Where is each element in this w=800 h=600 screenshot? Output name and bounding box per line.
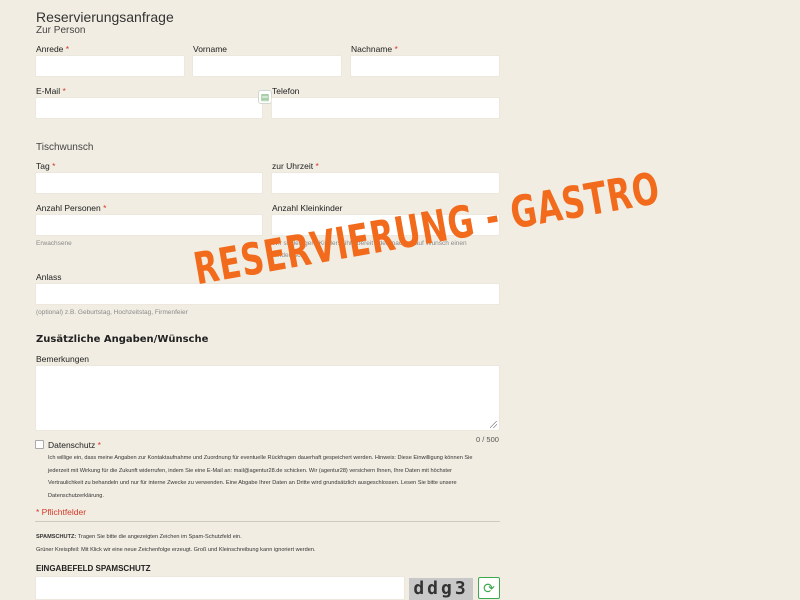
personen-hint: Erwachsene xyxy=(36,240,72,247)
spam-info: SPAMSCHUTZ: Tragen Sie bitte die angezei… xyxy=(36,534,316,553)
nachname-label: Nachname * xyxy=(351,44,398,54)
spam-input[interactable] xyxy=(35,576,405,600)
tag-input[interactable] xyxy=(35,172,263,194)
email-field[interactable] xyxy=(35,97,263,119)
section-person-heading: Zur Person xyxy=(36,25,86,36)
spam-field-label: EINGABEFELD SPAMSCHUTZ xyxy=(36,564,151,573)
telefon-label: Telefon xyxy=(272,86,300,96)
nachname-input[interactable] xyxy=(350,55,500,77)
bemerkungen-textarea[interactable] xyxy=(35,365,500,431)
page-title: Reservierungsanfrage xyxy=(36,9,174,25)
consent-text: Ich willige ein, dass meine Angaben zur … xyxy=(48,455,473,499)
anrede-select[interactable] xyxy=(35,55,185,77)
anrede-label: Anrede * xyxy=(36,44,70,54)
telefon-input[interactable] xyxy=(271,97,500,119)
character-counter: 0 / 500 xyxy=(476,435,499,444)
tag-label: Tag * xyxy=(36,161,56,171)
uhrzeit-label: zur Uhrzeit * xyxy=(272,161,319,171)
anlass-input[interactable] xyxy=(35,283,500,305)
divider xyxy=(35,521,500,522)
uhrzeit-input[interactable] xyxy=(271,172,500,194)
pflichtfelder-note: * Pflichtfelder xyxy=(36,507,87,517)
vorname-input[interactable] xyxy=(192,55,342,77)
zusaetzliche-heading: Zusätzliche Angaben/Wünsche xyxy=(36,334,209,345)
anlass-label: Anlass xyxy=(36,272,62,282)
personen-label: Anzahl Personen * xyxy=(36,203,107,213)
anlass-hint: (optional) z.B. Geburtstag, Hochzeitstag… xyxy=(36,309,188,316)
personen-input[interactable] xyxy=(35,214,263,236)
email-label: E-Mail * xyxy=(36,86,66,96)
datenschutz-label: Datenschutz * xyxy=(48,440,101,450)
datenschutz-checkbox[interactable] xyxy=(35,440,44,449)
captcha-image: ddg3 xyxy=(409,578,473,600)
section-tisch-heading: Tischwunsch xyxy=(36,142,94,153)
refresh-icon: ⟳ xyxy=(483,580,495,596)
resize-grip-icon[interactable] xyxy=(490,421,497,428)
autofill-icon[interactable]: ▤ xyxy=(258,90,272,104)
vorname-label: Vorname xyxy=(193,44,228,54)
bemerkungen-label: Bemerkungen xyxy=(36,354,89,364)
refresh-captcha-button[interactable]: ⟳ xyxy=(478,577,500,599)
kleinkinder-label: Anzahl Kleinkinder xyxy=(272,203,343,213)
